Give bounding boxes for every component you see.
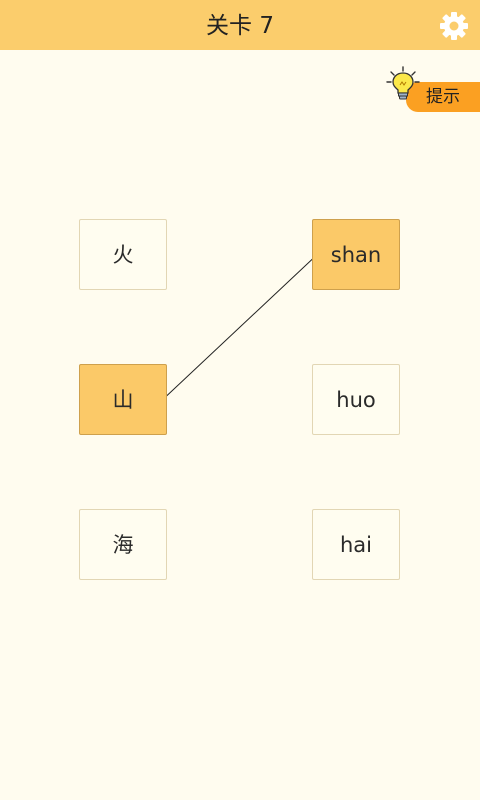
right-tile-2[interactable]: huo [312,364,400,435]
game-screen: 关卡 7 提示 火 山 海 shan huo hai [0,0,480,800]
connection-line-1 [165,258,314,397]
gear-icon [440,12,468,40]
hint-area: 提示 [384,65,480,115]
settings-button[interactable] [438,10,470,42]
connection-layer [165,258,314,397]
level-title: 关卡 7 [206,13,274,39]
left-tile-2[interactable]: 山 [79,364,167,435]
right-tile-3[interactable]: hai [312,509,400,580]
left-tile-1[interactable]: 火 [79,219,167,290]
header-bar: 关卡 7 [0,0,480,50]
right-tile-1[interactable]: shan [312,219,400,290]
left-tile-3[interactable]: 海 [79,509,167,580]
lightbulb-icon [386,66,420,100]
